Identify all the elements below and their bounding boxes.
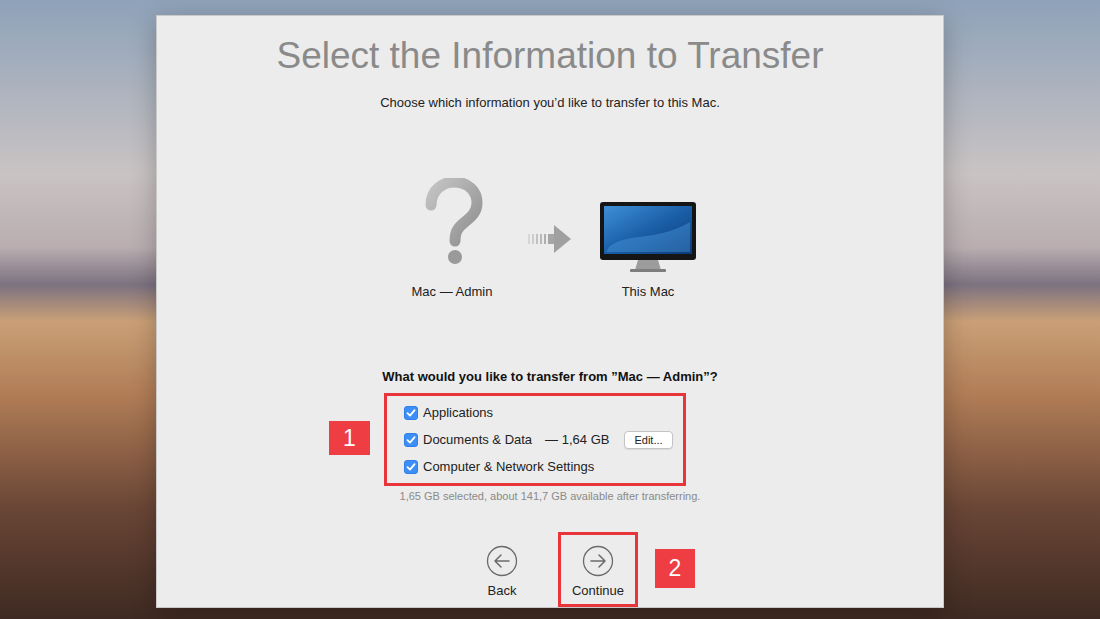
continue-button[interactable]: Continue2 (558, 532, 638, 607)
option-checkbox[interactable] (404, 406, 418, 420)
option-label: Documents & Data (423, 430, 532, 450)
transfer-option[interactable]: Applications (404, 399, 673, 426)
back-button[interactable]: Back (462, 532, 542, 607)
option-label: Computer & Network Settings (423, 457, 594, 477)
navigation-buttons: Back Continue2 (462, 532, 638, 607)
transfer-option[interactable]: Documents & Data — 1,64 GB Edit... (404, 426, 673, 453)
migration-dialog: Select the Information to Transfer Choose… (156, 15, 944, 608)
option-checkbox[interactable] (404, 433, 418, 447)
transfer-illustration: Mac — Admin This Mac (392, 182, 708, 300)
option-checkbox[interactable] (404, 460, 418, 474)
option-size: — 1,64 GB (545, 430, 609, 450)
back-arrow-icon[interactable] (486, 545, 518, 577)
annotation-badge: 1 (329, 421, 370, 455)
monitor-icon (588, 182, 708, 272)
annotation-badge: 2 (655, 549, 695, 588)
arrow-spacer (512, 284, 588, 300)
edit-button[interactable]: Edit... (624, 431, 672, 449)
transfer-option[interactable]: Computer & Network Settings (404, 453, 673, 480)
transfer-question: What would you like to transfer from ”Ma… (382, 368, 717, 386)
desktop-wallpaper: Select the Information to Transfer Choose… (0, 0, 1100, 619)
continue-arrow-icon[interactable] (582, 545, 614, 577)
transfer-summary: 1,65 GB selected, about 141,7 GB availab… (400, 489, 701, 503)
question-mark-icon (392, 182, 512, 272)
target-label: This Mac (588, 284, 708, 300)
dialog-title: Select the Information to Transfer (276, 34, 823, 78)
options-highlight: Applications Documents & Data — 1,64 GB Edi… (384, 393, 686, 486)
transfer-arrow-icon (512, 182, 588, 272)
source-label: Mac — Admin (392, 284, 512, 300)
dialog-subtitle: Choose which information you’d like to t… (380, 94, 720, 112)
button-label: Continue (572, 583, 624, 599)
options-group: Applications Documents & Data — 1,64 GB Edi… (384, 393, 686, 486)
button-label: Back (488, 583, 517, 599)
option-label: Applications (423, 403, 493, 423)
